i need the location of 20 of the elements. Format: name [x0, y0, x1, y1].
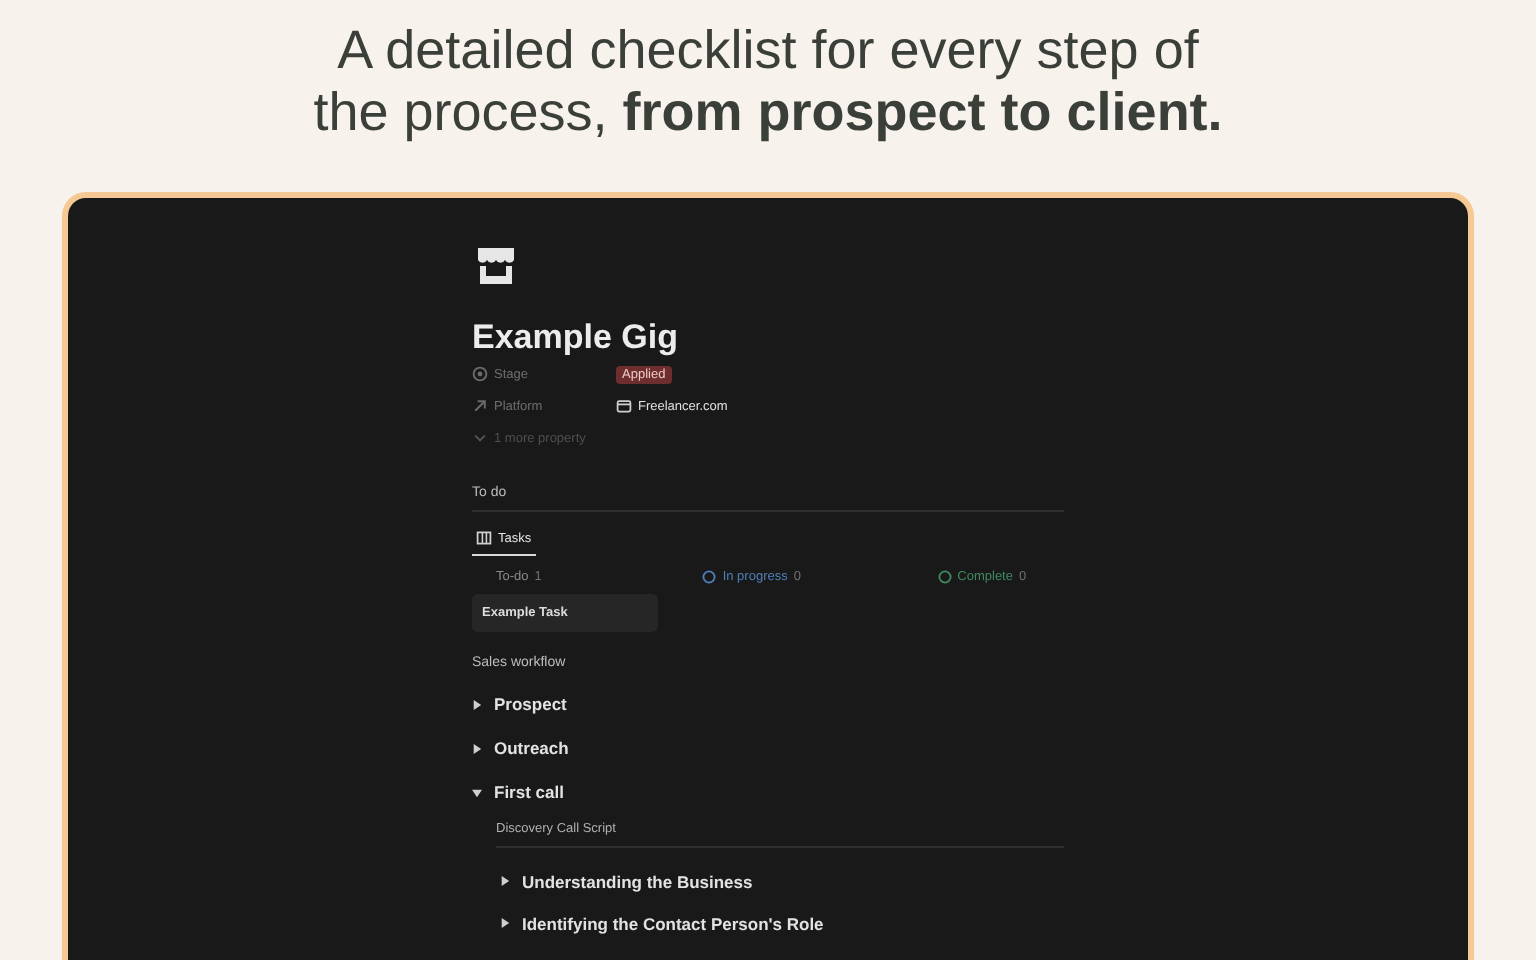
headline: A detailed checklist for every step of the process, from prospect to client.: [311, 20, 1225, 144]
storefront-icon: [472, 242, 520, 290]
chevron-down-icon: [472, 430, 488, 446]
toggle-heading: Outreach: [494, 738, 569, 758]
page-title: Example Gig: [472, 318, 678, 358]
target-icon: [472, 366, 488, 382]
page-icon: [616, 398, 632, 414]
toggle-heading: Understanding the Business: [522, 871, 753, 891]
arrow-icon: [472, 398, 488, 414]
status-icon: [937, 570, 952, 584]
toggle-heading: Identifying the Contact Person's Role: [522, 913, 824, 933]
triangle-right-icon[interactable]: [472, 743, 482, 753]
triangle-down-icon[interactable]: [472, 787, 482, 797]
triangle-right-icon[interactable]: [500, 876, 510, 886]
toggle-heading: Prospect: [494, 694, 567, 714]
status-icon: [702, 570, 717, 584]
toggle-heading: First call: [494, 782, 564, 802]
triangle-right-icon[interactable]: [500, 918, 510, 928]
triangle-right-icon[interactable]: [472, 699, 482, 709]
board-icon: [476, 530, 492, 546]
